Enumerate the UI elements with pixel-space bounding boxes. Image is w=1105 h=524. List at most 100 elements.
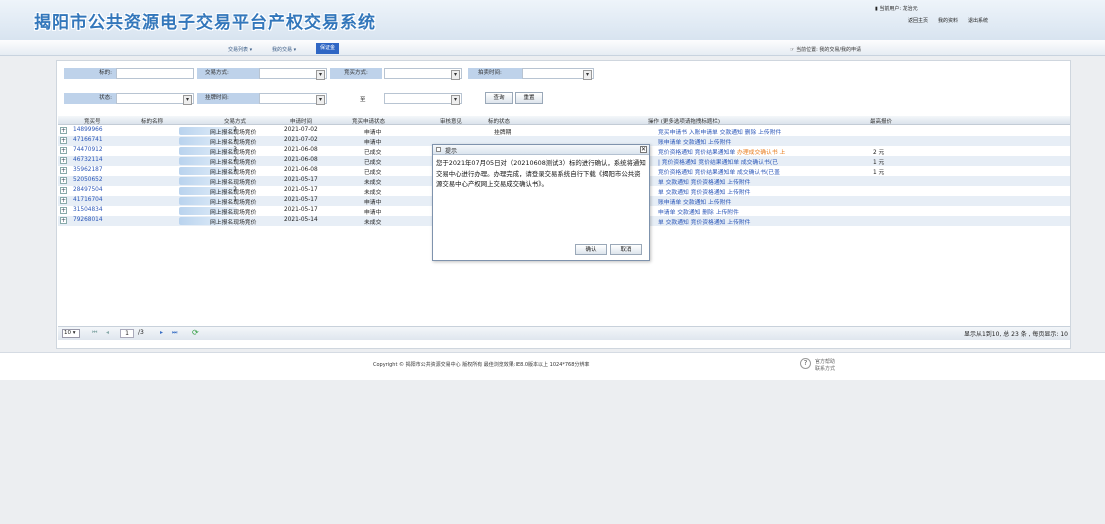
last-page-icon[interactable]: ⏭ [172,329,177,337]
row-actions[interactable]: 单 交款通知 竞价资格通知 上传附件 [658,217,750,226]
list-time-from[interactable] [259,93,327,105]
confirm-button[interactable]: 确认 [575,244,607,255]
cancel-button[interactable]: 取消 [610,244,642,255]
trade-mode: 网上报名现场竞价 [210,160,257,166]
expand-icon[interactable]: + [60,167,67,174]
trade-mode: 网上报名现场竞价 [210,190,257,196]
max-price: 1 元 [873,160,885,166]
trade-mode-label: 交易方式: [197,68,259,79]
page-size-select[interactable]: 10 ▾ [62,329,80,338]
app-title: 揭阳市公共资源电子交易平台产权交易系统 [34,13,376,33]
col-apply-date[interactable]: 申请时间 [290,117,312,125]
first-page-icon[interactable]: ⏮ [92,329,97,337]
table-row[interactable]: +2 14899966 网上报名现场竞价 2021-07-02 申请中 挂牌期 竞买申请书 … [58,126,1070,136]
nav-deposit[interactable]: 保证金 [316,43,340,54]
footer: Copyright © 揭阳市公共资源交易中心 版权所有 最佳浏览效果:IE8.… [0,352,1105,380]
bid-no[interactable]: 79268014 [73,217,103,223]
row-actions[interactable]: 竞买申请书 入账申请单 交款通知 删除 上传附件 [658,127,781,136]
top-link[interactable]: 退出系统 [968,17,988,24]
row-actions[interactable]: 账申请单 交款通知 上传附件 [658,197,731,206]
col-max-price[interactable]: 最高报价 [870,117,892,125]
trade-mode-select[interactable] [259,68,327,80]
next-page-icon[interactable]: ▸ [160,329,163,336]
nav-my-trades[interactable]: 我的交易 ▾ [272,46,296,53]
trade-mode: 网上报名现场竞价 [210,180,257,186]
expand-icon[interactable]: + [60,177,67,184]
dialog-message: 您于2021年07月05日对（20210608测试3）标的进行确认，系统将通知交… [436,159,646,188]
apply-date: 2021-05-17 [284,177,318,183]
expand-icon[interactable]: + [60,147,67,154]
dialog-title: 提示 [445,148,458,155]
status-select[interactable] [116,93,194,105]
query-button[interactable]: 查询 [485,92,513,104]
col-ops[interactable]: 操作 (更多选项请拖拽标题栏) [648,117,720,125]
trade-mode: 网上报名现场竞价 [210,150,257,156]
expand-icon[interactable]: + [60,157,67,164]
col-target-name[interactable]: 标的名称 [141,117,163,125]
table-header: 竞买号 标的名称 交易方式 申请时间 竞买申请状态 审核意见 标的状态 操作 (… [58,116,1070,125]
auction-time-select[interactable] [522,68,594,80]
close-icon[interactable]: ✕ [640,146,647,153]
reset-button[interactable]: 重置 [515,92,543,104]
expand-icon[interactable]: + [60,197,67,204]
bid-no[interactable]: 31504834 [73,207,103,213]
bid-no[interactable]: 41716704 [73,197,103,203]
expand-icon[interactable]: + [60,127,67,134]
bid-status: 未成交 [364,190,382,196]
nav-trade-list[interactable]: 交易列表 ▾ [228,46,252,53]
apply-date: 2021-05-14 [284,217,318,223]
bid-no[interactable]: 35962187 [73,167,103,173]
bid-status: 申请中 [364,200,382,206]
max-price: 1 元 [873,170,885,176]
bid-no[interactable]: 28497504 [73,187,103,193]
top-links: 返回主页 我的资料 退出系统 [908,17,988,24]
trade-mode: 网上报名现场竞价 [210,170,257,176]
row-actions[interactable]: 单 交款通知 竞价资格通知 上传附件 [658,187,750,196]
col-bid-no[interactable]: 竞买号 [84,117,101,125]
contact-links[interactable]: 官方帮助 联系方式 [815,358,835,372]
expand-icon[interactable]: + [60,207,67,214]
bid-no[interactable]: 14899966 [73,127,103,133]
current-user: ▮ 当前用户: 龙治元 [875,6,918,12]
bid-mode-select[interactable] [384,68,462,80]
top-link[interactable]: 返回主页 [908,17,928,24]
bid-no[interactable]: 46732114 [73,157,103,163]
bid-no[interactable]: 47166741 [73,137,103,143]
action-links[interactable]: 单 交款通知 竞价资格通知 上传附件 [658,220,750,226]
breadcrumb-text: 当前位置: 我的交易/我的申请 [796,47,862,53]
help-icon[interactable]: ? [800,358,811,369]
col-review[interactable]: 审核意见 [440,117,462,125]
bid-no[interactable]: 52050652 [73,177,103,183]
page-input[interactable]: 1 [120,329,134,338]
bid-status: 申请中 [364,130,382,136]
expand-icon[interactable]: + [60,217,67,224]
target-input[interactable] [116,68,194,79]
bid-status: 已成交 [364,170,382,176]
bid-status: 申请中 [364,210,382,216]
bid-status: 未成交 [364,220,382,226]
nav-bar: 交易列表 ▾ 我的交易 ▾ 保证金 ☞ 当前位置: 我的交易/我的申请 [0,40,1105,56]
row-actions[interactable]: 单 交款通知 竞价资格通知 上传附件 [658,177,750,186]
trade-mode: 网上报名现场竞价 [210,140,257,146]
list-time-to[interactable] [384,93,462,105]
bid-mode-label: 竞买方式: [330,68,382,79]
row-actions[interactable]: | 竞价资格通知 竞价结果通知单 成交确认书(已 [658,157,778,166]
refresh-icon[interactable]: ⟳ [192,328,199,337]
col-target-status[interactable]: 标的状态 [488,117,510,125]
expand-icon[interactable]: + [60,137,67,144]
apply-date: 2021-05-17 [284,187,318,193]
row-actions[interactable]: 竞价资格通知 竞价结果通知单 办理成交确认书 上 [658,147,785,156]
apply-date: 2021-06-08 [284,147,318,153]
row-actions[interactable]: 竞价资格通知 竞价结果通知单 成交确认书(已盖 [658,167,780,176]
col-trade-mode[interactable]: 交易方式 [224,117,246,125]
bid-status: 申请中 [364,140,382,146]
row-actions[interactable]: 账申请单 交款通知 上传附件 [658,137,731,146]
expand-icon[interactable]: + [60,187,67,194]
top-link[interactable]: 我的资料 [938,17,958,24]
col-bid-status[interactable]: 竞买申请状态 [352,117,385,125]
row-actions[interactable]: 申请单 交款通知 删除 上传附件 [658,207,739,216]
apply-date: 2021-07-02 [284,127,318,133]
bid-no[interactable]: 74470912 [73,147,103,153]
prev-page-icon[interactable]: ◂ [106,329,109,336]
pager: 10 ▾ ⏮ ◂ 1 /3 ▸ ⏭ ⟳ 显示从1到10, 总 23 条 , 每页… [58,326,1070,340]
